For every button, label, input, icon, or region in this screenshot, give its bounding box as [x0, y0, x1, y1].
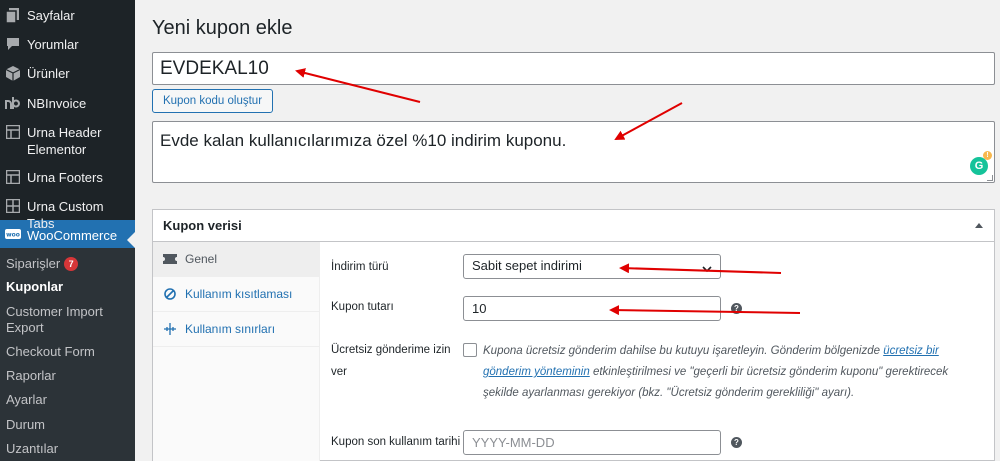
free-shipping-label: Ücretsiz gönderime izin ver: [331, 344, 451, 378]
coupon-amount-label: Kupon tutarı: [331, 301, 394, 313]
free-shipping-description: Kupona ücretsiz gönderim dahilse bu kutu…: [483, 341, 961, 404]
submenu-item-reports[interactable]: Raporlar: [0, 366, 135, 390]
help-icon[interactable]: ?: [731, 303, 742, 314]
menu-item-urna-header[interactable]: Urna Header Elementor: [0, 117, 135, 162]
help-icon[interactable]: ?: [731, 437, 742, 448]
grammarly-alert-icon: !: [983, 151, 992, 160]
submenu-item-customer-import-export[interactable]: Customer Import Export: [0, 302, 135, 342]
svg-text:woo: woo: [6, 232, 20, 239]
menu-item-comments[interactable]: Yorumlar: [0, 29, 135, 58]
discount-type-value: Sabit sepet indirimi: [472, 258, 582, 273]
prohibited-icon: [163, 287, 177, 301]
menu-item-label: Urna Header Elementor: [27, 125, 102, 157]
menu-item-label: Urna Footers: [27, 170, 103, 185]
menu-item-label: Ürünler: [27, 66, 70, 81]
menu-item-label: Yorumlar: [27, 37, 79, 52]
submenu-item-extensions[interactable]: Uzantılar: [0, 439, 135, 461]
submenu-label: Raporlar: [6, 368, 56, 383]
menu-item-urna-footers[interactable]: Urna Footers: [0, 162, 135, 191]
submenu-label: Durum: [6, 417, 46, 432]
coupon-data-title: Kupon verisi: [163, 218, 242, 233]
submenu-label: Checkout Form: [6, 344, 95, 359]
grid-icon: [5, 169, 21, 185]
ticket-icon: [163, 252, 177, 266]
free-shipping-checkbox[interactable]: [463, 343, 477, 357]
limits-icon: [163, 322, 177, 336]
tab-label: Kullanım sınırları: [185, 322, 276, 336]
tab-general[interactable]: Genel: [153, 242, 319, 277]
page-title: Yeni kupon ekle: [152, 17, 293, 39]
coupon-description-textarea[interactable]: Evde kalan kullanıcılarımıza özel %10 in…: [152, 121, 995, 183]
coupon-data-tabs: Genel Kullanım kısıtlaması Kullanım sını…: [153, 242, 320, 461]
submenu-item-status[interactable]: Durum: [0, 415, 135, 439]
submenu-item-orders[interactable]: Siparişler 7: [0, 252, 135, 277]
tab-usage-restriction[interactable]: Kullanım kısıtlaması: [153, 277, 319, 312]
collapse-toggle-icon[interactable]: [975, 223, 983, 228]
chevron-down-icon: [702, 261, 712, 276]
coupon-amount-input[interactable]: [463, 296, 721, 321]
discount-type-select[interactable]: Sabit sepet indirimi: [463, 254, 721, 279]
submenu-item-settings[interactable]: Ayarlar: [0, 390, 135, 415]
expiry-date-input[interactable]: [463, 430, 721, 455]
generate-coupon-code-button[interactable]: Kupon kodu oluştur: [152, 89, 273, 113]
menu-item-products[interactable]: Ürünler: [0, 58, 135, 88]
coupon-data-box: Kupon verisi Genel Kullanım kısıtlaması …: [152, 209, 995, 461]
admin-sidebar: Sayfalar Yorumlar Ürünler NBInvoice Urna…: [0, 0, 135, 461]
menu-item-pages[interactable]: Sayfalar: [0, 0, 135, 29]
nb-icon: [5, 95, 21, 111]
submenu-label: Uzantılar: [6, 441, 59, 456]
grid-icon: [5, 198, 21, 214]
general-panel: İndirim türü Sabit sepet indirimi Kupon …: [321, 242, 994, 460]
submenu-item-coupons[interactable]: Kuponlar: [0, 277, 135, 302]
tab-label: Genel: [185, 252, 218, 266]
orders-count-badge: 7: [64, 257, 79, 271]
tab-label: Kullanım kısıtlaması: [185, 287, 293, 301]
description-text: Kupona ücretsiz gönderim dahilse bu kutu…: [483, 345, 884, 357]
submenu-label: Kuponlar: [6, 279, 64, 294]
menu-item-label: Sayfalar: [27, 8, 75, 23]
products-icon: [5, 65, 21, 81]
expiry-date-label: Kupon son kullanım tarihi: [331, 436, 461, 448]
pages-icon: [5, 7, 21, 23]
woocommerce-submenu: Siparişler 7 Kuponlar Customer Import Exp…: [0, 248, 135, 461]
woo-icon: woo: [5, 227, 21, 243]
coupon-data-header[interactable]: Kupon verisi: [153, 210, 994, 242]
menu-item-label: WooCommerce: [27, 228, 118, 243]
grid-icon: [5, 124, 21, 140]
submenu-label: Ayarlar: [6, 392, 47, 407]
discount-type-label: İndirim türü: [331, 261, 389, 273]
textarea-resize-handle[interactable]: [987, 175, 993, 181]
coupon-code-input[interactable]: [152, 52, 995, 85]
tab-usage-limits[interactable]: Kullanım sınırları: [153, 312, 319, 347]
submenu-label: Customer Import Export: [6, 304, 103, 335]
comments-icon: [5, 36, 21, 52]
submenu-item-checkout-form[interactable]: Checkout Form: [0, 342, 135, 366]
menu-item-urna-custom-tabs[interactable]: Urna Custom Tabs: [0, 191, 135, 231]
menu-item-nbinvoice[interactable]: NBInvoice: [0, 88, 135, 117]
menu-item-label: NBInvoice: [27, 96, 87, 111]
submenu-label: Siparişler: [6, 256, 61, 271]
current-menu-pointer: [127, 232, 135, 248]
